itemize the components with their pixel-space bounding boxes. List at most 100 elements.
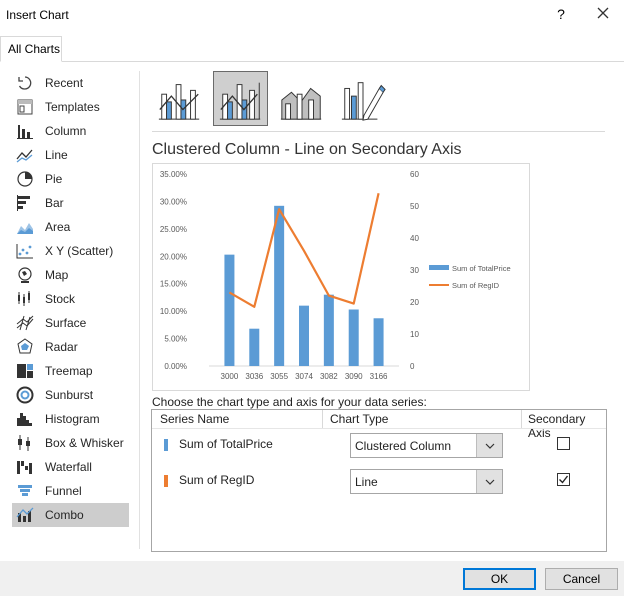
x-axis-tick-label: 3090 bbox=[345, 372, 363, 381]
category-combo[interactable]: Combo bbox=[12, 503, 129, 527]
subtype-clustered-column-line[interactable] bbox=[152, 71, 207, 126]
category-funnel[interactable]: Funnel bbox=[12, 479, 129, 503]
x-axis-tick-label: 3000 bbox=[221, 372, 239, 381]
series-table: Series Name Chart Type Secondary Axis Su… bbox=[151, 409, 607, 552]
help-button[interactable]: ? bbox=[553, 6, 569, 22]
bar bbox=[299, 305, 309, 366]
category-label: Recent bbox=[45, 76, 84, 90]
category-box-whisker[interactable]: Box & Whisker bbox=[12, 431, 129, 455]
category-label: Surface bbox=[45, 316, 87, 330]
chart-preview: 0.00% 5.00% 10.00% 15.00% 20.00% 25.00% 30.00%… bbox=[152, 163, 530, 391]
category-sunburst[interactable]: Sunburst bbox=[12, 383, 129, 407]
header-series-name: Series Name bbox=[160, 412, 230, 426]
category-label: Sunburst bbox=[45, 388, 94, 402]
category-histogram[interactable]: Histogram bbox=[12, 407, 129, 431]
clustered-column-line-icon bbox=[158, 83, 199, 120]
category-label: Treemap bbox=[45, 364, 93, 378]
legend-label: Sum of TotalPrice bbox=[452, 264, 511, 273]
stock-chart-icon bbox=[18, 291, 30, 306]
chart-category-list: Recent Templates Column Line Pie Bar Area X Y (… bbox=[12, 71, 129, 527]
y-axis-tick-label: 30.00% bbox=[160, 197, 187, 206]
x-axis-tick-label: 3074 bbox=[295, 372, 313, 381]
sunburst-chart-icon bbox=[16, 386, 34, 404]
area-chart-icon bbox=[17, 223, 33, 234]
chevron-down-icon[interactable] bbox=[476, 434, 502, 457]
category-column[interactable]: Column bbox=[12, 119, 129, 143]
funnel-chart-icon bbox=[18, 485, 32, 496]
category-label: Histogram bbox=[45, 412, 100, 426]
category-radar[interactable]: Radar bbox=[12, 335, 129, 359]
cancel-button[interactable]: Cancel bbox=[545, 568, 618, 590]
y2-axis-tick-label: 30 bbox=[410, 266, 419, 275]
title-bar: Insert Chart ? bbox=[0, 0, 624, 30]
chart-type-dropdown[interactable]: Line bbox=[350, 469, 503, 494]
subtype-stacked-area-clustered-column[interactable] bbox=[274, 71, 329, 126]
category-label: Templates bbox=[45, 100, 100, 114]
series-prompt: Choose the chart type and axis for your … bbox=[152, 395, 427, 409]
category-label: Line bbox=[45, 148, 68, 162]
chart-type-dropdown[interactable]: Clustered Column bbox=[350, 433, 503, 458]
y2-axis-tick-label: 10 bbox=[410, 330, 419, 339]
category-label: X Y (Scatter) bbox=[45, 244, 114, 258]
histogram-chart-icon bbox=[17, 413, 32, 426]
series-row: Sum of RegID Line bbox=[152, 465, 606, 495]
category-pie[interactable]: Pie bbox=[12, 167, 129, 191]
subtype-clustered-column-line-secondary-axis[interactable] bbox=[213, 71, 268, 126]
category-treemap[interactable]: Treemap bbox=[12, 359, 129, 383]
y-axis-tick-label: 35.00% bbox=[160, 170, 187, 179]
x-axis-tick-label: 3055 bbox=[270, 372, 288, 381]
category-bar[interactable]: Bar bbox=[12, 191, 129, 215]
line-series bbox=[228, 192, 380, 308]
close-icon[interactable] bbox=[595, 5, 611, 21]
templates-icon bbox=[17, 99, 33, 115]
category-label: Map bbox=[45, 268, 69, 282]
y-axis-tick-label: 10.00% bbox=[160, 307, 187, 316]
category-label: Column bbox=[45, 124, 87, 138]
line-chart-icon bbox=[16, 149, 33, 163]
secondary-axis-checkbox[interactable] bbox=[557, 473, 570, 486]
tab-strip: All Charts bbox=[0, 36, 624, 62]
category-templates[interactable]: Templates bbox=[12, 95, 129, 119]
y2-axis-tick-label: 50 bbox=[410, 202, 419, 211]
secondary-axis-checkbox[interactable] bbox=[557, 437, 570, 450]
subtype-divider bbox=[152, 131, 605, 132]
custom-combination-icon bbox=[341, 81, 386, 121]
category-label: Funnel bbox=[45, 484, 82, 498]
preview-title: Clustered Column - Line on Secondary Axi… bbox=[152, 141, 462, 158]
bar bbox=[348, 309, 359, 366]
x-axis-tick-label: 3036 bbox=[245, 372, 263, 381]
chevron-down-icon[interactable] bbox=[476, 470, 502, 493]
waterfall-chart-icon bbox=[17, 461, 32, 474]
vertical-divider bbox=[139, 71, 140, 549]
chart-type-value: Clustered Column bbox=[355, 439, 452, 453]
ok-button[interactable]: OK bbox=[463, 568, 536, 590]
category-waterfall[interactable]: Waterfall bbox=[12, 455, 129, 479]
radar-chart-icon bbox=[17, 338, 33, 354]
header-chart-type: Chart Type bbox=[330, 412, 389, 426]
category-label: Radar bbox=[45, 340, 78, 354]
series-color-swatch bbox=[164, 439, 168, 451]
category-label: Pie bbox=[45, 172, 63, 186]
clustered-column-line-secondary-axis-icon bbox=[219, 82, 260, 120]
combo-chart-icon bbox=[16, 507, 34, 522]
legend-swatch-bar bbox=[429, 265, 449, 270]
subtype-custom-combination[interactable] bbox=[335, 71, 390, 126]
column-separator bbox=[322, 410, 323, 428]
tab-all-charts[interactable]: All Charts bbox=[0, 36, 62, 62]
category-map[interactable]: Map bbox=[12, 263, 129, 287]
category-recent[interactable]: Recent bbox=[12, 71, 129, 95]
map-chart-icon bbox=[18, 267, 32, 283]
box-whisker-chart-icon bbox=[18, 435, 30, 451]
y-axis-tick-label: 0.00% bbox=[164, 362, 187, 371]
series-row: Sum of TotalPrice Clustered Column bbox=[152, 429, 606, 459]
category-area[interactable]: Area bbox=[12, 215, 129, 239]
category-x-y-scatter[interactable]: X Y (Scatter) bbox=[12, 239, 129, 263]
category-line[interactable]: Line bbox=[12, 143, 129, 167]
bar bbox=[323, 294, 334, 366]
category-surface[interactable]: Surface bbox=[12, 311, 129, 335]
column-separator bbox=[521, 410, 522, 428]
bar bbox=[224, 254, 235, 366]
legend-label: Sum of RegID bbox=[452, 281, 500, 290]
y2-axis-tick-label: 60 bbox=[410, 170, 419, 179]
category-stock[interactable]: Stock bbox=[12, 287, 129, 311]
